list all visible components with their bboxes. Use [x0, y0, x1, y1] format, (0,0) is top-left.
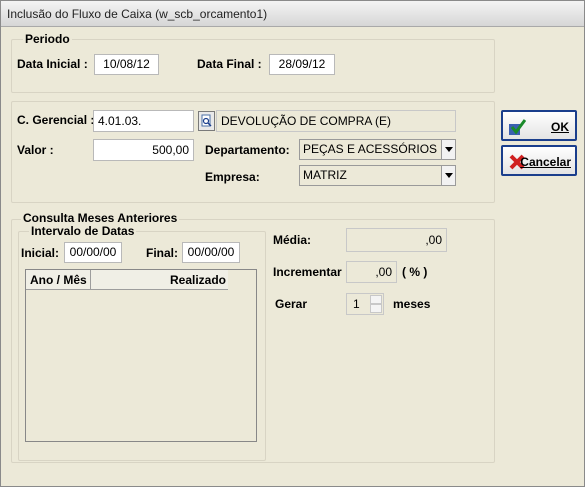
col-ano-mes[interactable]: Ano / Mês: [30, 273, 87, 287]
departamento-select[interactable]: PEÇAS E ACESSÓRIOS: [299, 139, 456, 160]
departamento-value: PEÇAS E ACESSÓRIOS: [303, 142, 438, 156]
gerar-label: Gerar: [275, 297, 308, 311]
meses-label: meses: [393, 297, 431, 311]
incrementar-label: Incrementar: [273, 265, 342, 279]
periodo-group-label: Periodo: [23, 32, 72, 46]
empresa-label: Empresa:: [205, 170, 260, 184]
stepper-up-icon[interactable]: [370, 295, 382, 304]
empresa-select[interactable]: MATRIZ: [299, 165, 456, 186]
gerar-stepper[interactable]: 1: [346, 293, 384, 315]
cancelar-label: Cancelar: [520, 155, 571, 169]
stepper-down-icon[interactable]: [370, 304, 382, 313]
search-icon[interactable]: [198, 111, 215, 131]
valor-field[interactable]: 500,00: [93, 139, 194, 161]
ok-button[interactable]: OK: [501, 110, 577, 141]
valor-label: Valor :: [17, 143, 54, 157]
cancelar-button[interactable]: Cancelar: [501, 145, 577, 176]
ok-label: OK: [551, 120, 569, 134]
c-gerencial-label: C. Gerencial :: [17, 113, 95, 127]
incrementar-field[interactable]: ,00: [346, 261, 397, 283]
col-divider: [90, 270, 91, 289]
main-window: Inclusão do Fluxo de Caixa (w_scb_orcame…: [0, 0, 585, 487]
final-label: Final:: [146, 246, 178, 260]
gerar-value: 1: [353, 297, 360, 311]
media-label: Média:: [273, 233, 312, 247]
media-field: ,00: [346, 228, 447, 252]
c-gerencial-field[interactable]: 4.01.03.: [93, 110, 194, 132]
departamento-label: Departamento:: [205, 143, 290, 157]
data-inicial-field[interactable]: 10/08/12: [94, 54, 159, 75]
percent-label: ( % ): [402, 265, 428, 279]
checkmark-icon: [509, 119, 526, 135]
chevron-down-icon[interactable]: [441, 166, 455, 185]
meses-table[interactable]: Ano / Mês Realizado: [25, 269, 257, 442]
data-final-label: Data Final :: [197, 57, 262, 71]
table-header: Ano / Mês Realizado: [26, 270, 228, 290]
chevron-down-icon[interactable]: [441, 140, 455, 159]
data-final-field[interactable]: 28/09/12: [269, 54, 335, 75]
window-title: Inclusão do Fluxo de Caixa (w_scb_orcame…: [7, 7, 268, 21]
col-realizado[interactable]: Realizado: [170, 273, 226, 287]
data-inicial-label: Data Inicial :: [17, 57, 88, 71]
consulta-group-label: Consulta Meses Anteriores: [21, 211, 180, 225]
inicial-field[interactable]: 00/00/00: [64, 242, 122, 263]
inicial-label: Inicial:: [21, 246, 60, 260]
empresa-value: MATRIZ: [303, 168, 347, 182]
final-field[interactable]: 00/00/00: [182, 242, 240, 263]
intervalo-label: Intervalo de Datas: [29, 224, 137, 238]
title-bar: Inclusão do Fluxo de Caixa (w_scb_orcame…: [1, 1, 584, 27]
c-gerencial-description: DEVOLUÇÃO DE COMPRA (E): [216, 110, 456, 132]
